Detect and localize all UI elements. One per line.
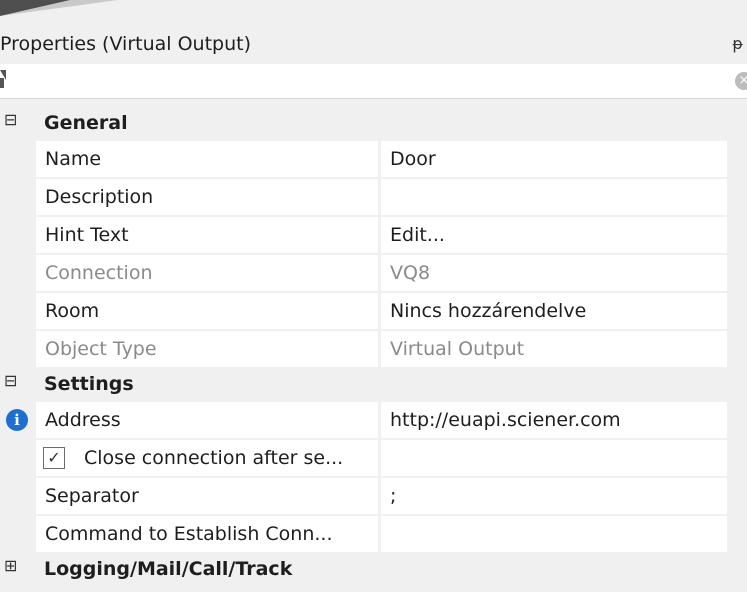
property-label: Object Type bbox=[36, 331, 378, 367]
property-row-connection: Connection VQ8 bbox=[0, 254, 747, 292]
info-icon[interactable]: i bbox=[6, 409, 28, 431]
property-label: Address bbox=[36, 402, 378, 438]
property-row-room[interactable]: Room Nincs hozzárendelve bbox=[0, 292, 747, 330]
section-label-settings: Settings bbox=[44, 373, 134, 395]
property-value[interactable]: ; bbox=[381, 478, 727, 514]
property-label: Room bbox=[36, 293, 378, 329]
property-label: Description bbox=[36, 179, 378, 215]
property-label: Name bbox=[36, 141, 378, 177]
clear-icon[interactable]: × bbox=[735, 72, 747, 90]
property-value[interactable] bbox=[381, 179, 727, 215]
property-label: Close connection after se... bbox=[84, 447, 344, 469]
section-label-logging: Logging/Mail/Call/Track bbox=[44, 558, 293, 580]
property-row-hint-text[interactable]: Hint Text Edit... bbox=[0, 216, 747, 254]
property-value[interactable]: http://euapi.sciener.com bbox=[381, 402, 727, 438]
section-general[interactable]: ⊟ General bbox=[0, 107, 747, 140]
property-value[interactable] bbox=[381, 516, 727, 552]
expand-icon[interactable]: ⊞ bbox=[4, 558, 18, 574]
document-tab-strip bbox=[0, 0, 747, 26]
property-label: Connection bbox=[36, 255, 378, 291]
collapse-icon[interactable]: ⊟ bbox=[4, 373, 18, 389]
property-row-close-connection[interactable]: ✓ Close connection after se... bbox=[0, 439, 747, 477]
property-row-address[interactable]: i Address http://euapi.sciener.com bbox=[0, 401, 747, 439]
property-value[interactable]: Nincs hozzárendelve bbox=[381, 293, 727, 329]
property-value[interactable]: Edit... bbox=[381, 217, 727, 253]
property-value: VQ8 bbox=[381, 255, 727, 291]
collapse-icon[interactable]: ⊟ bbox=[4, 112, 18, 128]
property-label: Hint Text bbox=[36, 217, 378, 253]
property-row-object-type: Object Type Virtual Output bbox=[0, 330, 747, 368]
property-row-description[interactable]: Description bbox=[0, 178, 747, 216]
section-logging[interactable]: ⊞ Logging/Mail/Call/Track bbox=[0, 553, 747, 586]
section-settings[interactable]: ⊟ Settings bbox=[0, 368, 747, 401]
property-row-command[interactable]: Command to Establish Conn... bbox=[0, 515, 747, 553]
property-value[interactable] bbox=[381, 440, 727, 476]
property-row-name[interactable]: Name Door bbox=[0, 140, 747, 178]
property-value[interactable]: Door bbox=[381, 141, 727, 177]
panel-title: Properties (Virtual Output) bbox=[0, 33, 252, 55]
property-label: Command to Establish Conn... bbox=[36, 516, 378, 552]
property-row-separator[interactable]: Separator ; bbox=[0, 477, 747, 515]
active-tab-shape[interactable] bbox=[0, 0, 70, 16]
section-label-general: General bbox=[44, 112, 128, 134]
close-connection-checkbox[interactable]: ✓ bbox=[43, 447, 65, 469]
property-label: Separator bbox=[36, 478, 378, 514]
pin-icon[interactable]: ᵽ bbox=[732, 34, 743, 53]
filter-bar[interactable]: × bbox=[0, 64, 747, 99]
property-value: Virtual Output bbox=[381, 331, 727, 367]
filter-icon-stem bbox=[0, 78, 4, 88]
property-grid: ⊟ General Name Door Description Hint Tex… bbox=[0, 107, 747, 586]
